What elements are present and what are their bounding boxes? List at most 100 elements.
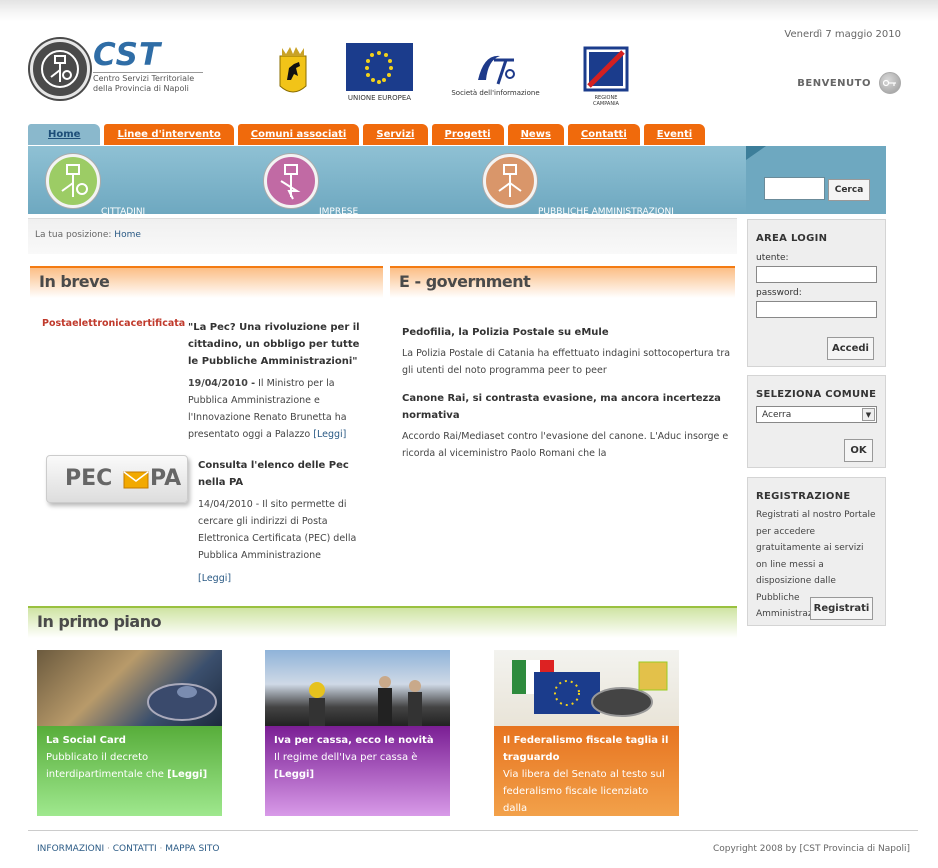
login-title: AREA LOGIN: [756, 233, 828, 244]
hero-label-cittadini: CITTADINI: [101, 207, 146, 217]
comune-select[interactable]: Acerra ▼: [756, 406, 877, 423]
read-more-link[interactable]: [Leggi]: [198, 570, 368, 587]
news-date: 19/04/2010 -: [188, 378, 256, 389]
key-icon: [882, 79, 896, 87]
in-breve-heading: In breve: [30, 266, 383, 298]
select-comune-box: SELEZIONA COMUNE Acerra ▼ OK: [747, 375, 886, 468]
cst-logo-text[interactable]: CST: [93, 40, 161, 71]
read-more-link[interactable]: [Leggi]: [167, 769, 207, 780]
partner-label-campania: REGIONE CAMPANIA: [593, 95, 619, 107]
card-image: [494, 650, 679, 726]
top-bar: [0, 0, 938, 22]
unione-europea-logo[interactable]: UNIONE EUROPEA: [346, 43, 413, 102]
pec-image-2-text-a: PEC: [65, 466, 113, 491]
provincia-napoli-crest[interactable]: [276, 44, 310, 100]
news-title[interactable]: "La Pec? Una rivoluzione per il cittadin…: [188, 319, 368, 370]
footer-separator: ·: [159, 844, 163, 854]
primo-piano-card-federalismo[interactable]: Il Federalismo fiscale taglia il traguar…: [494, 650, 679, 831]
tab-servizi[interactable]: Servizi: [363, 124, 428, 145]
card-body: Il Federalismo fiscale taglia il traguar…: [494, 726, 679, 831]
hero-cittadini[interactable]: CITTADINI: [46, 154, 145, 217]
cst-logo-emblem[interactable]: [30, 39, 90, 99]
tab-news[interactable]: News: [507, 124, 564, 145]
news-title[interactable]: Consulta l'elenco delle Pec nella PA: [198, 457, 368, 491]
read-more-link[interactable]: [Leggi]: [274, 769, 314, 780]
footer-link-mappa-sito[interactable]: MAPPA SITO: [165, 844, 219, 854]
pec-image-2[interactable]: PEC PA: [46, 455, 188, 503]
footer-link-contatti[interactable]: CONTATTI: [113, 844, 157, 854]
news-summary: 19/04/2010 - Il Ministro per la Pubblica…: [188, 375, 368, 443]
primo-piano-card-social-card[interactable]: La Social Card Pubblicato il decreto int…: [37, 650, 222, 816]
password-field[interactable]: [756, 301, 877, 318]
card-body: Iva per cassa, ecco le novità Il regime …: [265, 726, 450, 816]
tab-home[interactable]: Home: [28, 124, 101, 145]
egov-heading: E - government: [390, 266, 735, 298]
comune-select-value: Acerra: [762, 410, 792, 420]
egov-news-text: La Polizia Postale di Catania ha effettu…: [402, 348, 731, 376]
news-item-elenco-pec: Consulta l'elenco delle Pec nella PA 14/…: [198, 457, 368, 587]
eu-flag-icon: [346, 43, 413, 91]
logo-emblem-icon: [41, 50, 79, 88]
tab-contatti[interactable]: Contatti: [567, 124, 640, 145]
copyright: Copyright 2008 by [CST Provincia di Napo…: [712, 844, 910, 854]
breadcrumb-prefix: La tua posizione:: [35, 230, 112, 240]
cst-logo-subtitle: Centro Servizi Territoriale della Provin…: [93, 72, 203, 94]
card-title[interactable]: Il Federalismo fiscale taglia il traguar…: [503, 732, 670, 766]
societa-informazione-logo[interactable]: Società dell'informazione: [448, 50, 543, 98]
main-nav: Home Linee d'intervento Comuni associati…: [28, 124, 709, 146]
hero-pubbliche-amministrazioni[interactable]: PUBBLICHE AMMINISTRAZIONI: [483, 154, 674, 217]
si-logo-icon: [478, 55, 515, 85]
username-field[interactable]: [756, 266, 877, 283]
card-image: [37, 650, 222, 726]
flags-icon: [512, 660, 668, 717]
hero-label-pa: PUBBLICHE AMMINISTRAZIONI: [538, 207, 674, 217]
tab-linee-intervento[interactable]: Linee d'intervento: [104, 124, 234, 145]
search-button[interactable]: Cerca: [828, 179, 870, 201]
regione-campania-logo[interactable]: REGIONE CAMPANIA: [583, 46, 629, 107]
primo-piano-heading: In primo piano: [28, 606, 737, 638]
footer-divider: [28, 830, 918, 831]
password-label: password:: [756, 288, 802, 298]
registrati-button[interactable]: Registrati: [810, 597, 873, 620]
tab-progetti[interactable]: Progetti: [431, 124, 504, 145]
egov-news-title[interactable]: Pedofilia, la Polizia Postale su eMule: [402, 324, 732, 341]
select-comune-title: SELEZIONA COMUNE: [756, 389, 877, 400]
card-text: Via libera del Senato al testo sul feder…: [503, 769, 665, 814]
pec-image-2-text-b: PA: [150, 466, 182, 491]
primo-piano-card-iva-per-cassa[interactable]: Iva per cassa, ecco le novità Il regime …: [265, 650, 450, 816]
footer-link-informazioni[interactable]: INFORMAZIONI: [37, 844, 104, 854]
card-title[interactable]: Iva per cassa, ecco le novità: [274, 732, 441, 749]
search-input[interactable]: [764, 177, 825, 200]
tab-eventi[interactable]: Eventi: [643, 124, 706, 145]
pec-image-1-text: Postaelettronicacertificata: [42, 318, 186, 329]
egov-news-list: Pedofilia, la Polizia Postale su eMule L…: [402, 324, 732, 462]
welcome-label: BENVENUTO: [797, 78, 871, 89]
login-button[interactable]: Accedi: [827, 337, 874, 360]
horse-crest-icon: [279, 47, 307, 93]
pec-image-1[interactable]: Postaelettronicacertificata: [42, 318, 185, 348]
news-text: 14/04/2010 - Il sito permette di cercare…: [198, 499, 357, 561]
comune-ok-button[interactable]: OK: [844, 439, 873, 462]
cittadini-icon: [46, 154, 100, 208]
partner-label-si: Società dell'informazione: [451, 89, 540, 97]
logout-icon[interactable]: [879, 72, 901, 94]
chevron-down-icon[interactable]: ▼: [862, 408, 875, 421]
read-more-link[interactable]: [Leggi]: [313, 429, 346, 440]
news-item-pec-rivoluzione: "La Pec? Una rivoluzione per il cittadin…: [188, 319, 368, 443]
current-date: Venerdì 7 maggio 2010: [784, 29, 901, 40]
card-title[interactable]: La Social Card: [46, 732, 213, 749]
computer-mouse-icon: [147, 683, 217, 721]
egov-news-title[interactable]: Canone Rai, si contrasta evasione, ma an…: [402, 390, 732, 424]
registrazione-box: REGISTRAZIONE Registrati al nostro Porta…: [747, 477, 886, 626]
breadcrumb-home-link[interactable]: Home: [114, 230, 141, 240]
login-box: AREA LOGIN utente: password: Accedi: [747, 219, 886, 367]
partner-label-ue: UNIONE EUROPEA: [347, 94, 412, 102]
card-image: [265, 650, 450, 726]
envelope-icon: [123, 471, 149, 489]
imprese-icon: [264, 154, 318, 208]
hero-banner: CITTADINI IMPRESE PUBBLICHE AMMINISTRAZI…: [28, 146, 746, 217]
egov-news-text: Accordo Rai/Mediaset contro l'evasione d…: [402, 431, 729, 459]
hero-imprese[interactable]: IMPRESE: [264, 154, 358, 217]
tab-comuni-associati[interactable]: Comuni associati: [237, 124, 360, 145]
hero-label-imprese: IMPRESE: [319, 207, 359, 217]
